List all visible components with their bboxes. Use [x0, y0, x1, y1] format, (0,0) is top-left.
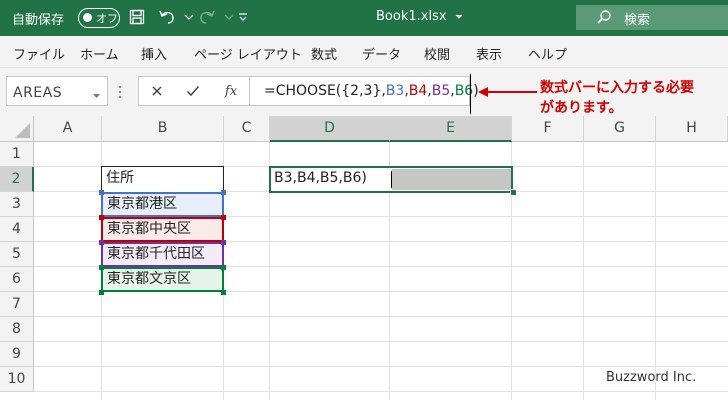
range-handle[interactable]	[221, 240, 226, 245]
cell-b5[interactable]: 東京都千代田区	[101, 242, 224, 267]
range-handle[interactable]	[99, 265, 104, 270]
document-title[interactable]: Book1.xlsx	[376, 9, 447, 24]
insert-function-button[interactable]: fx	[213, 77, 249, 105]
row-header-3[interactable]: 3	[0, 192, 34, 217]
range-handle[interactable]	[99, 190, 104, 195]
search-box[interactable]: 検索	[576, 5, 728, 30]
redo-icon[interactable]	[196, 6, 218, 28]
tab-help[interactable]: ヘルプ	[528, 44, 567, 63]
range-handle[interactable]	[221, 290, 226, 295]
tab-formulas[interactable]: 数式	[311, 44, 337, 63]
enter-icon[interactable]	[175, 77, 211, 105]
column-header-b[interactable]: B	[102, 116, 224, 142]
formula-text: =CHOOSE({2,3},B3,B4,B5,B6)	[264, 83, 479, 99]
tab-view[interactable]: 表示	[476, 44, 502, 63]
row-header-8[interactable]: 8	[0, 317, 34, 342]
row-header-7[interactable]: 7	[0, 292, 34, 317]
undo-icon[interactable]	[156, 6, 178, 28]
cell-cursor	[391, 171, 392, 188]
select-all-corner[interactable]	[0, 116, 34, 142]
annotation-note: 数式バーに入力する必要 があります。	[540, 78, 720, 118]
ribbon-tabs: ファイル ホーム 挿入 ページ レイアウト 数式 データ 校閲 表示 ヘルプ	[0, 36, 728, 68]
autosave-state: オフ	[96, 12, 118, 25]
title-bar: 自動保存 オフ Book1.xlsx 検索	[0, 0, 728, 36]
annotation-line-2: があります。	[540, 100, 623, 116]
cell-d2[interactable]: B3,B4,B5,B6)	[271, 168, 389, 191]
name-box-value: AREAS	[13, 85, 63, 101]
toggle-knob	[83, 13, 92, 22]
autosave-label: 自動保存	[12, 13, 65, 28]
tab-file[interactable]: ファイル	[13, 44, 65, 63]
row-header-2[interactable]: 2	[0, 167, 34, 192]
formula-part: B4	[408, 83, 428, 99]
search-label: 検索	[624, 13, 651, 28]
formula-part: B3	[385, 83, 405, 99]
fill-handle[interactable]	[510, 189, 517, 196]
column-header-d[interactable]: D	[270, 116, 390, 142]
row-header-6[interactable]: 6	[0, 267, 34, 292]
column-header-f[interactable]: F	[512, 116, 584, 142]
tab-insert[interactable]: 挿入	[141, 44, 167, 63]
range-handle[interactable]	[221, 215, 226, 220]
search-icon	[596, 9, 612, 29]
more-options-icon[interactable]	[118, 84, 122, 104]
tab-home[interactable]: ホーム	[80, 44, 119, 63]
customize-toolbar-icon[interactable]	[232, 6, 254, 28]
cell-b2[interactable]: 住所	[101, 166, 224, 193]
row-header-1[interactable]: 1	[0, 142, 34, 167]
range-handle[interactable]	[99, 215, 104, 220]
title-dropdown-icon[interactable]	[448, 6, 470, 28]
range-handle[interactable]	[99, 290, 104, 295]
autosave-toggle[interactable]: オフ	[78, 8, 120, 28]
tab-page-layout[interactable]: ページ レイアウト	[194, 44, 302, 63]
formula-input[interactable]: =CHOOSE({2,3},B3,B4,B5,B6)	[250, 76, 479, 106]
row-header-10[interactable]: 10	[0, 367, 34, 392]
column-header-g[interactable]: G	[584, 116, 656, 142]
annotation-arrow	[478, 87, 537, 97]
cancel-icon[interactable]	[139, 77, 175, 105]
formula-buttons: fx	[138, 76, 250, 106]
watermark: Buzzword Inc.	[606, 370, 697, 385]
formula-part: B5	[431, 83, 451, 99]
annotation-line-1: 数式バーに入力する必要	[540, 80, 694, 96]
column-header-c[interactable]: C	[224, 116, 270, 142]
save-icon[interactable]	[126, 6, 148, 28]
cell-e2[interactable]	[392, 169, 511, 190]
formula-part: =CHOOSE({2,3},	[264, 83, 386, 99]
range-handle[interactable]	[221, 265, 226, 270]
range-handle[interactable]	[221, 190, 226, 195]
name-box[interactable]: AREAS	[6, 76, 108, 106]
cell-b3[interactable]: 東京都港区	[101, 192, 224, 217]
active-selection[interactable]: B3,B4,B5,B6)	[269, 166, 513, 193]
text-caret	[470, 74, 471, 114]
tab-data[interactable]: データ	[362, 44, 401, 63]
row-header-4[interactable]: 4	[0, 217, 34, 242]
row-header-5[interactable]: 5	[0, 242, 34, 267]
cell-b4[interactable]: 東京都中央区	[101, 217, 224, 242]
tab-review[interactable]: 校閲	[424, 44, 450, 63]
column-header-h[interactable]: H	[656, 116, 728, 142]
range-handle[interactable]	[99, 240, 104, 245]
cell-b6[interactable]: 東京都文京区	[101, 267, 224, 292]
row-header-9[interactable]: 9	[0, 342, 34, 367]
column-header-a[interactable]: A	[34, 116, 102, 142]
chevron-down-icon[interactable]	[92, 88, 101, 103]
column-header-e[interactable]: E	[390, 116, 512, 142]
